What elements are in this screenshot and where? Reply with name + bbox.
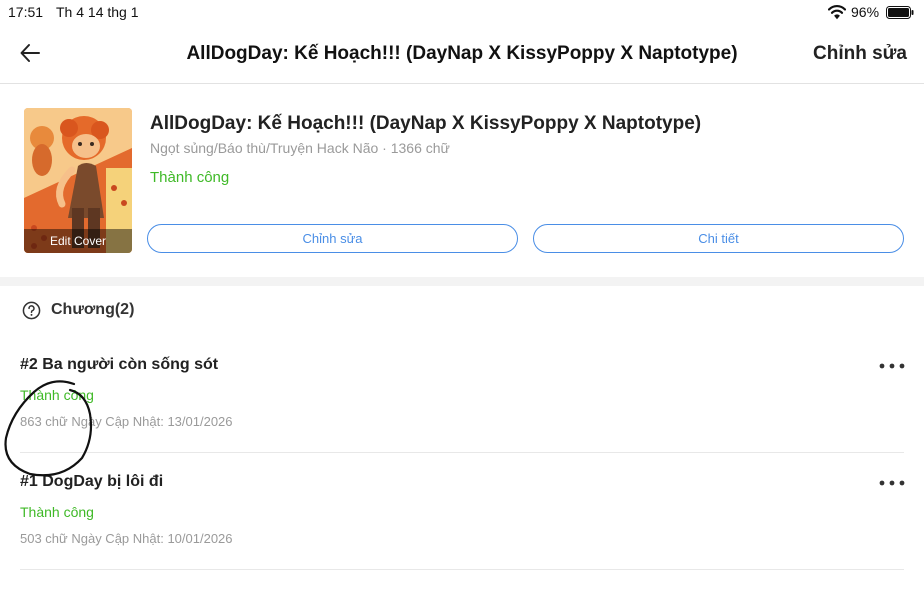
arrow-left-icon[interactable]: [18, 41, 42, 65]
more-options-icon[interactable]: [877, 356, 907, 376]
page-title: AllDogDay: Kế Hoạch!!! (DayNap X KissyPo…: [186, 43, 738, 64]
status-date: Th 4 14 thg 1: [56, 4, 139, 20]
battery-percent: 96%: [851, 4, 880, 20]
details-button[interactable]: Chi tiết: [533, 224, 904, 253]
story-header: Edit Cover AllDogDay: Kế Hoạch!!! (DayNa…: [0, 85, 924, 277]
row-divider: [20, 452, 904, 453]
chapter-item[interactable]: #2 Ba người còn sống sót Thành công 863 …: [0, 356, 924, 473]
edit-button[interactable]: Chỉnh sửa: [813, 43, 907, 65]
chapters-count-label: Chương(2): [51, 301, 135, 318]
battery-icon: [886, 6, 914, 19]
chapter-meta: 863 chữ Ngày Cập Nhật: 13/01/2026: [20, 414, 233, 429]
nav-bar: AllDogDay: Kế Hoạch!!! (DayNap X KissyPo…: [0, 26, 924, 84]
story-title: AllDogDay: Kế Hoạch!!! (DayNap X KissyPo…: [150, 113, 702, 134]
row-divider: [20, 569, 904, 570]
story-cover[interactable]: Edit Cover: [24, 108, 132, 253]
more-options-icon[interactable]: [877, 473, 907, 493]
wifi-icon: [828, 5, 846, 20]
story-meta: Ngọt sủng/Báo thù/Truyện Hack Não · 1366…: [150, 140, 450, 156]
story-status: Thành công: [150, 169, 230, 186]
edit-cover-label: Edit Cover: [24, 229, 132, 253]
chapter-title: #1 DogDay bị lôi đi: [20, 473, 164, 490]
status-bar: 17:51 Th 4 14 thg 1 96%: [0, 0, 924, 26]
chapter-item[interactable]: #1 DogDay bị lôi đi Thành công 503 chữ N…: [0, 473, 924, 590]
chapter-status: Thành công: [20, 387, 94, 403]
chapter-status: Thành công: [20, 504, 94, 520]
edit-story-button[interactable]: Chỉnh sửa: [147, 224, 518, 253]
status-time: 17:51: [8, 4, 44, 20]
section-divider: [0, 277, 924, 286]
chapter-title: #2 Ba người còn sống sót: [20, 356, 219, 373]
chapter-meta: 503 chữ Ngày Cập Nhật: 10/01/2026: [20, 531, 233, 546]
question-circle-icon[interactable]: [22, 301, 41, 320]
